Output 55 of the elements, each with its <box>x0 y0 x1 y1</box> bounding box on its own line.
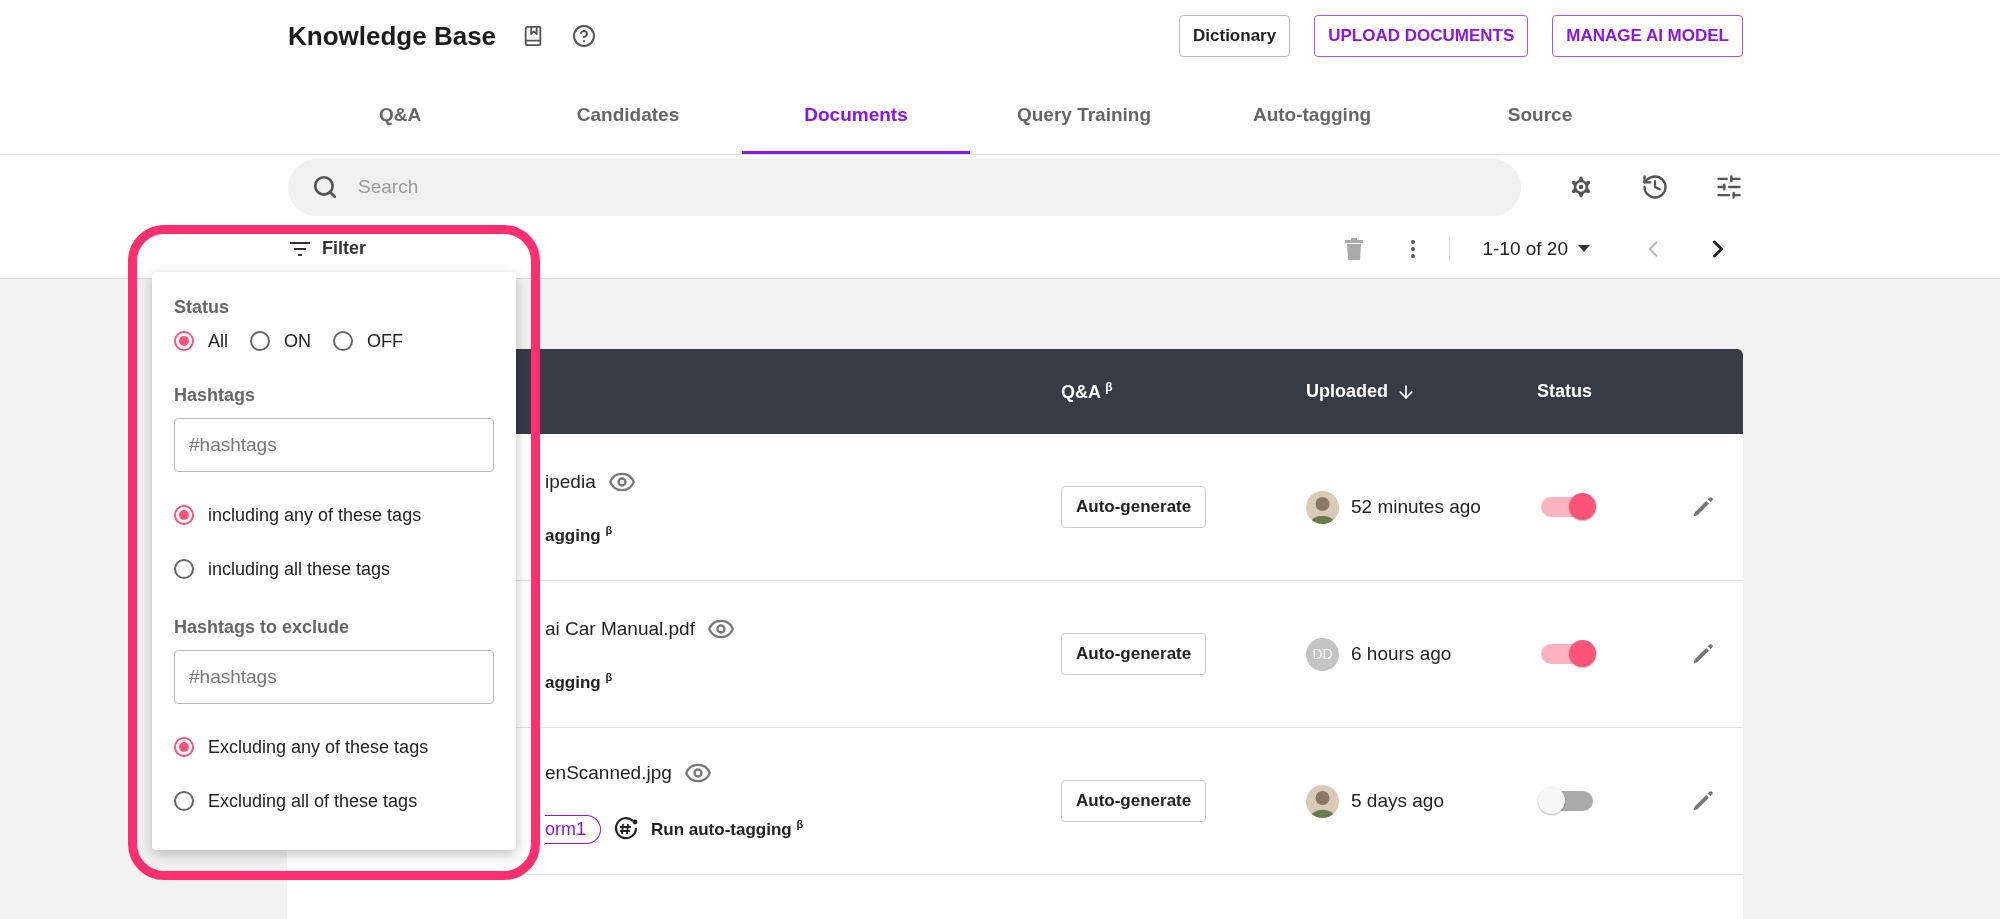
radio-option[interactable]: OFF <box>333 330 403 352</box>
radio-option[interactable]: Excluding any of these tags <box>174 736 494 758</box>
tab[interactable]: Documents <box>742 72 970 154</box>
hashtag-icon <box>613 816 639 842</box>
help-icon[interactable] <box>572 24 597 48</box>
avatar <box>1306 784 1339 818</box>
filter-button[interactable]: Filter <box>290 238 366 259</box>
hashtags-field[interactable]: #hashtags <box>174 418 494 472</box>
history-icon[interactable] <box>1641 173 1669 201</box>
upload-time: 52 minutes ago <box>1351 496 1481 518</box>
auto-tagging-link[interactable]: agging $^{β}$ <box>545 671 613 693</box>
outlined-button[interactable]: UPLOAD DOCUMENTS <box>1314 15 1529 57</box>
avatar: DD <box>1306 637 1339 671</box>
radio-option[interactable]: including any of these tags <box>174 504 494 526</box>
trash-icon[interactable] <box>1345 237 1364 260</box>
auto-tagging-link[interactable]: agging $^{β}$ <box>545 524 613 546</box>
section-label: Hashtags to exclude <box>174 616 351 638</box>
tab[interactable]: Auto-tagging <box>1198 72 1426 154</box>
dictionary-button[interactable]: Dictionary <box>1179 15 1291 57</box>
column-header: Q&A $^{β}$ <box>1061 380 1113 403</box>
tab[interactable]: Candidates <box>514 72 742 154</box>
section-label: Hashtags <box>174 384 257 406</box>
tab[interactable]: Source <box>1426 72 1654 154</box>
page-title: Knowledge Base <box>288 20 497 52</box>
search-input[interactable]: Search <box>356 175 1497 199</box>
document-name[interactable]: ai Car Manual.pdf <box>545 618 695 641</box>
search-field[interactable]: Search <box>288 158 1521 216</box>
caret-icon[interactable] <box>1578 245 1590 252</box>
search-icon <box>312 174 338 200</box>
upload-time: 6 hours ago <box>1351 643 1452 665</box>
avatar <box>1306 490 1339 524</box>
document-name[interactable]: enScanned.jpg <box>545 761 672 784</box>
column-header: Status <box>1537 381 1592 402</box>
tab[interactable]: Query Training <box>970 72 1198 154</box>
edit-icon[interactable] <box>1690 788 1716 814</box>
radio-option[interactable]: Excluding all of these tags <box>174 790 494 812</box>
edit-icon[interactable] <box>1690 641 1716 667</box>
section-label: Status <box>174 296 230 318</box>
pagination-label: 1-10 of 20 <box>1482 237 1568 260</box>
sliders-icon[interactable] <box>1715 173 1743 201</box>
upload-time: 5 days ago <box>1351 790 1444 812</box>
radio-option[interactable]: including all these tags <box>174 558 494 580</box>
radio-option[interactable]: All <box>174 330 228 352</box>
document-name[interactable]: ipedia <box>545 471 596 494</box>
auto-generate-button[interactable]: Auto-generate <box>1061 486 1207 528</box>
auto-generate-button[interactable]: Auto-generate <box>1061 780 1207 822</box>
radio-option[interactable]: ON <box>250 330 311 352</box>
tab[interactable]: Q&A <box>286 72 514 154</box>
edit-icon[interactable] <box>1690 494 1716 520</box>
auto-tagging-link[interactable]: Run auto-tagging $^{β}$ <box>651 818 804 840</box>
exclude-hashtags-field[interactable]: #hashtags <box>174 650 494 704</box>
filter-icon <box>290 241 310 256</box>
auto-generate-button[interactable]: Auto-generate <box>1061 633 1207 675</box>
column-header: Uploaded <box>1306 381 1388 402</box>
outlined-button[interactable]: MANAGE AI MODEL <box>1552 15 1743 57</box>
